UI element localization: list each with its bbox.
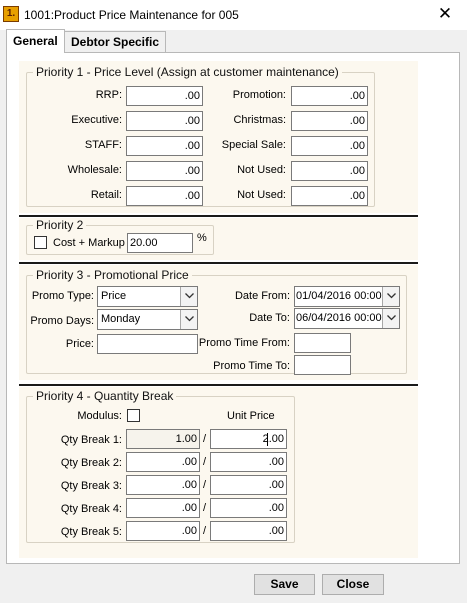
percent-unit: % — [197, 232, 207, 244]
promotion-input[interactable]: .00 — [291, 86, 368, 106]
qty-break-5-price[interactable]: .00 — [210, 521, 287, 541]
text-caret — [267, 433, 268, 446]
chevron-down-icon[interactable] — [382, 287, 399, 306]
qty-break-1-label: Qty Break 1: — [60, 434, 122, 446]
promo-time-from-label: Promo Time From: — [198, 337, 290, 349]
close-icon[interactable]: ✕ — [437, 4, 453, 24]
date-from-value: 01/04/2016 00:00 — [296, 290, 382, 302]
promo-time-to-input[interactable] — [294, 355, 351, 375]
price-label: Price: — [65, 338, 94, 350]
promo-type-label: Promo Type: — [31, 290, 94, 302]
promotion-label: Promotion: — [232, 89, 286, 101]
rrp-label: RRP: — [95, 89, 122, 101]
save-button[interactable]: Save — [254, 574, 315, 595]
qty-break-3-separator: / — [203, 479, 207, 491]
qty-break-4-qty[interactable]: .00 — [126, 498, 200, 518]
not-used-1-input[interactable]: .00 — [291, 161, 368, 181]
qty-break-5-label: Qty Break 5: — [60, 526, 122, 538]
christmas-label: Christmas: — [233, 114, 286, 126]
tab-debtor-specific[interactable]: Debtor Specific — [64, 31, 167, 52]
christmas-input[interactable]: .00 — [291, 111, 368, 131]
window-title: 1001:Product Price Maintenance for 005 — [24, 8, 239, 22]
qty-break-2-separator: / — [203, 456, 207, 468]
date-to-picker[interactable]: 06/04/2016 00:00 — [294, 308, 400, 329]
qty-break-4-label: Qty Break 4: — [60, 503, 122, 515]
tab-general[interactable]: General — [6, 29, 65, 53]
date-from-label: Date From: — [234, 290, 290, 302]
qty-break-5-separator: / — [203, 525, 207, 537]
promo-time-from-input[interactable] — [294, 333, 351, 353]
rrp-input[interactable]: .00 — [126, 86, 203, 106]
staff-label: STAFF: — [84, 139, 122, 151]
qty-break-3-price[interactable]: .00 — [210, 475, 287, 495]
date-to-value: 06/04/2016 00:00 — [296, 312, 382, 324]
chevron-down-icon[interactable] — [180, 310, 197, 329]
retail-label: Retail: — [90, 189, 122, 201]
unit-price-header: Unit Price — [227, 410, 275, 422]
qty-break-2-price[interactable]: .00 — [210, 452, 287, 472]
executive-label: Executive: — [71, 114, 122, 126]
not-used-1-label: Not Used: — [237, 164, 286, 176]
qty-break-3-qty[interactable]: .00 — [126, 475, 200, 495]
not-used-2-label: Not Used: — [237, 189, 286, 201]
not-used-2-input[interactable]: .00 — [291, 186, 368, 206]
qty-break-1-qty[interactable]: 1.00 — [126, 429, 200, 449]
priority1-legend: Priority 1 - Price Level (Assign at cust… — [36, 65, 339, 79]
markup-input[interactable]: 20.00 — [127, 233, 193, 253]
promo-days-label: Promo Days: — [30, 315, 94, 327]
qty-break-2-label: Qty Break 2: — [60, 457, 122, 469]
separator-2 — [19, 262, 418, 264]
tab-strip: General Debtor Specific — [6, 29, 466, 53]
priority4-legend: Priority 4 - Quantity Break — [36, 389, 174, 403]
separator-3 — [19, 384, 418, 386]
date-to-label: Date To: — [249, 312, 290, 324]
promo-days-select[interactable]: Monday — [97, 309, 198, 330]
qty-break-2-qty[interactable]: .00 — [126, 452, 200, 472]
qty-break-4-separator: / — [203, 502, 207, 514]
price-input[interactable] — [97, 334, 198, 354]
tab-pane-general: Priority 1 - Price Level (Assign at cust… — [6, 52, 460, 564]
staff-input[interactable]: .00 — [126, 136, 203, 156]
qty-break-5-qty[interactable]: .00 — [126, 521, 200, 541]
executive-input[interactable]: .00 — [126, 111, 203, 131]
priority2-legend: Priority 2 — [36, 218, 84, 232]
chevron-down-icon[interactable] — [180, 287, 197, 306]
modulus-label: Modulus: — [77, 410, 122, 422]
modulus-checkbox[interactable] — [127, 409, 140, 422]
promo-time-to-label: Promo Time To: — [213, 360, 290, 372]
qty-break-1-separator: / — [203, 433, 207, 445]
promo-days-value: Monday — [101, 313, 141, 325]
chevron-down-icon[interactable] — [382, 309, 399, 328]
date-from-picker[interactable]: 01/04/2016 00:00 — [294, 286, 400, 307]
close-button[interactable]: Close — [322, 574, 384, 595]
qty-break-3-label: Qty Break 3: — [60, 480, 122, 492]
app-icon: 1. — [3, 6, 19, 22]
title-bar: 1. 1001:Product Price Maintenance for 00… — [0, 0, 467, 30]
promo-type-value: Price — [101, 290, 127, 302]
special-sale-input[interactable]: .00 — [291, 136, 368, 156]
qty-break-4-price[interactable]: .00 — [210, 498, 287, 518]
retail-input[interactable]: .00 — [126, 186, 203, 206]
special-sale-label: Special Sale: — [221, 139, 286, 151]
wholesale-input[interactable]: .00 — [126, 161, 203, 181]
cost-markup-checkbox[interactable] — [34, 236, 47, 249]
qty-break-1-price-value: 2.00 — [262, 433, 284, 445]
separator-1 — [19, 215, 418, 217]
promo-type-select[interactable]: Price — [97, 286, 198, 307]
qty-break-1-price[interactable]: 2.00 — [210, 429, 287, 449]
wholesale-label: Wholesale: — [67, 164, 122, 176]
priority3-legend: Priority 3 - Promotional Price — [36, 268, 189, 282]
cost-markup-label: Cost + Markup — [53, 237, 125, 249]
